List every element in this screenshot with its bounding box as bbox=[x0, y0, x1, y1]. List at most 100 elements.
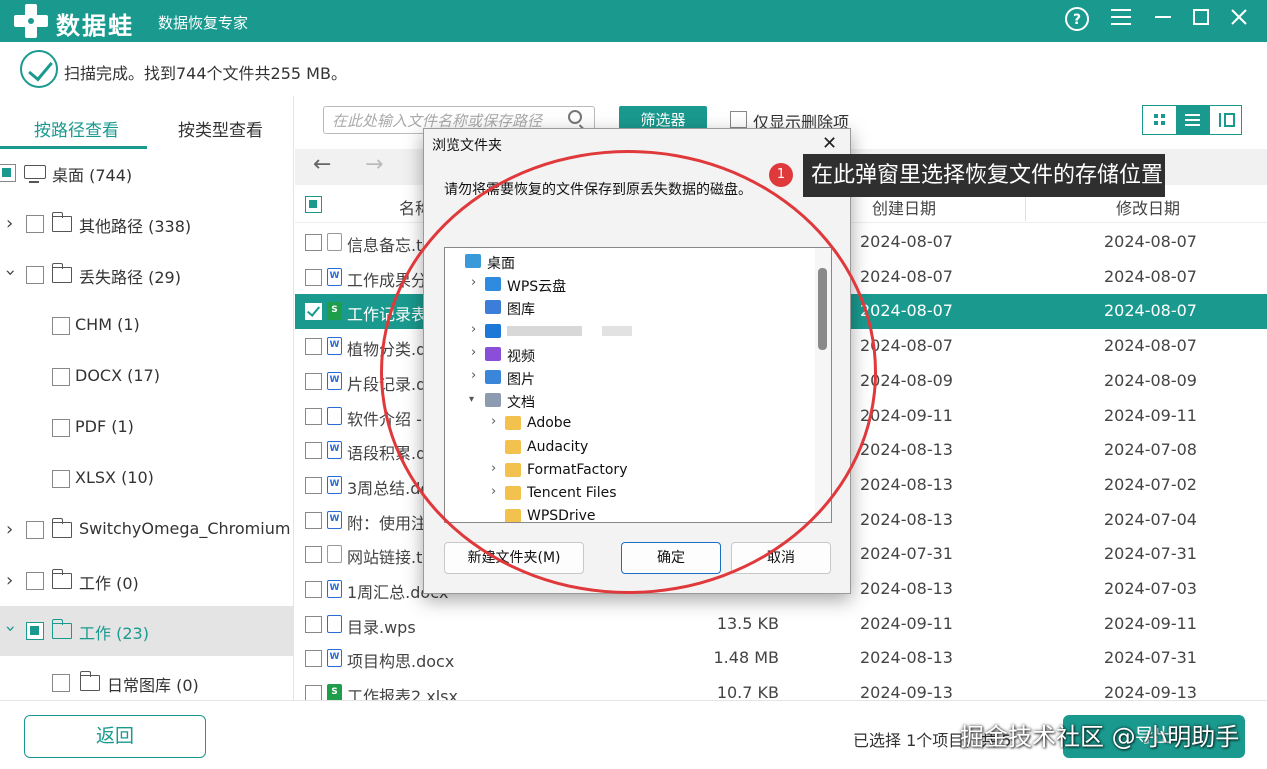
file-created: 2024-08-13 bbox=[860, 648, 953, 668]
title-bar: 数据蛙 数据恢复专家 ? bbox=[0, 0, 1267, 42]
back-arrow-icon[interactable]: ← bbox=[313, 152, 331, 177]
file-modified: 2024-08-07 bbox=[1104, 266, 1197, 286]
app-subtitle: 数据恢复专家 bbox=[158, 14, 249, 32]
maximize-icon[interactable] bbox=[1186, 6, 1216, 36]
file-modified: 2024-09-11 bbox=[1104, 405, 1197, 425]
tree-checkbox[interactable] bbox=[0, 164, 16, 182]
menu-icon[interactable] bbox=[1106, 6, 1136, 36]
row-checkbox[interactable] bbox=[305, 442, 322, 460]
app-name: 数据蛙 bbox=[56, 12, 134, 40]
help-icon[interactable]: ? bbox=[1062, 6, 1092, 36]
tab-by-path[interactable]: 按路径查看 bbox=[34, 116, 119, 141]
tree-item-pdf[interactable]: PDF (1) bbox=[0, 405, 294, 451]
file-name: 项目构思.docx bbox=[347, 652, 455, 672]
annotation-callout: 在此弹窗里选择恢复文件的存储位置 bbox=[803, 154, 1165, 197]
row-checkbox[interactable] bbox=[305, 407, 322, 425]
back-button[interactable]: 返回 bbox=[24, 715, 206, 758]
word-file-icon: W bbox=[327, 475, 342, 494]
wps-file-icon bbox=[327, 406, 342, 425]
row-checkbox[interactable] bbox=[305, 338, 322, 356]
minimize-icon[interactable] bbox=[1148, 6, 1178, 36]
chevron-down-icon[interactable]: › bbox=[0, 625, 21, 637]
tree-item-label: CHM (1) bbox=[75, 315, 140, 334]
tree-item-chm[interactable]: CHM (1) bbox=[0, 303, 294, 349]
tree-item-desktop[interactable]: 桌面 (744) bbox=[0, 150, 294, 196]
file-modified: 2024-07-03 bbox=[1104, 579, 1197, 598]
file-modified: 2024-07-02 bbox=[1104, 474, 1197, 494]
tree-checkbox[interactable] bbox=[26, 572, 44, 590]
chevron-right-icon[interactable]: › bbox=[6, 571, 18, 591]
table-row[interactable]: W 项目构思.docx 1.48 MB 2024-08-13 2024-07-31 bbox=[295, 641, 1267, 676]
row-checkbox[interactable] bbox=[305, 476, 322, 494]
watermark: 掘金技术社区 @ 小明助手 bbox=[960, 723, 1240, 751]
tab-by-type[interactable]: 按类型查看 bbox=[178, 116, 263, 141]
chevron-right-icon[interactable]: › bbox=[6, 520, 18, 540]
file-modified: 2024-08-09 bbox=[1104, 370, 1197, 390]
file-size: 13.5 KB bbox=[716, 613, 779, 633]
excel-file-icon: S bbox=[327, 302, 342, 321]
chevron-down-icon[interactable]: › bbox=[0, 269, 21, 281]
row-checkbox[interactable] bbox=[305, 546, 322, 564]
file-created: 2024-08-07 bbox=[860, 301, 953, 321]
chevron-right-icon[interactable]: › bbox=[6, 214, 18, 234]
tree-item-work-selected[interactable]: › 工作 (23) bbox=[0, 606, 294, 656]
file-name: 网站链接.tx bbox=[347, 548, 432, 568]
dialog-close-icon[interactable]: ✕ bbox=[822, 133, 837, 154]
tree-item-work-empty[interactable]: › 工作 (0) bbox=[0, 558, 294, 604]
close-icon[interactable] bbox=[1224, 6, 1254, 36]
detail-view-icon[interactable] bbox=[1209, 106, 1242, 134]
tree-item-docx[interactable]: DOCX (17) bbox=[0, 354, 294, 400]
active-tab-indicator bbox=[0, 146, 147, 149]
folder-icon bbox=[79, 671, 100, 691]
tree-item-switchyomega[interactable]: › SwitchyOmega_Chromium (3 bbox=[0, 507, 294, 553]
dialog-title: 浏览文件夹 bbox=[432, 138, 502, 154]
deleted-only-checkbox[interactable] bbox=[730, 111, 747, 128]
row-checkbox[interactable] bbox=[305, 234, 322, 251]
row-checkbox[interactable] bbox=[305, 615, 322, 633]
row-checkbox[interactable] bbox=[305, 303, 322, 321]
word-file-icon: W bbox=[327, 371, 342, 390]
row-checkbox[interactable] bbox=[305, 268, 322, 286]
table-row[interactable]: 目录.wps 13.5 KB 2024-09-11 2024-09-11 bbox=[295, 607, 1267, 642]
monitor-icon bbox=[24, 165, 46, 183]
word-file-icon: W bbox=[327, 649, 342, 668]
tree-checkbox[interactable] bbox=[52, 368, 70, 386]
select-all-checkbox[interactable] bbox=[305, 196, 322, 213]
row-checkbox[interactable] bbox=[305, 511, 322, 529]
file-created: 2024-08-13 bbox=[860, 474, 953, 494]
word-file-icon: W bbox=[327, 337, 342, 356]
tree-item-lost-paths[interactable]: › 丢失路径 (29) bbox=[0, 252, 294, 298]
forward-arrow-icon[interactable]: → bbox=[365, 152, 383, 177]
wps-file-icon bbox=[327, 614, 342, 633]
folder-icon bbox=[51, 518, 72, 538]
list-view-icon[interactable] bbox=[1176, 106, 1209, 134]
tree-checkbox[interactable] bbox=[52, 317, 70, 335]
tree-checkbox[interactable] bbox=[26, 266, 44, 284]
grid-view-icon[interactable] bbox=[1143, 106, 1176, 134]
tree-item-other-paths[interactable]: › 其他路径 (338) bbox=[0, 201, 294, 247]
tree-checkbox[interactable] bbox=[52, 470, 70, 488]
row-checkbox[interactable] bbox=[305, 372, 322, 390]
file-name: 目录.wps bbox=[347, 617, 416, 637]
tree-checkbox[interactable] bbox=[26, 521, 44, 539]
folder-icon bbox=[51, 212, 72, 232]
tree-item-label: 其他路径 (338) bbox=[79, 217, 192, 236]
file-created: 2024-08-13 bbox=[860, 579, 953, 598]
row-checkbox[interactable] bbox=[305, 581, 322, 598]
column-modified[interactable]: 修改日期 bbox=[1116, 195, 1180, 219]
tree-checkbox[interactable] bbox=[26, 622, 44, 640]
file-modified: 2024-08-07 bbox=[1104, 301, 1197, 321]
file-created: 2024-08-13 bbox=[860, 509, 953, 529]
search-icon[interactable] bbox=[568, 110, 582, 124]
tree-checkbox[interactable] bbox=[52, 419, 70, 437]
file-modified: 2024-09-11 bbox=[1104, 613, 1197, 633]
row-checkbox[interactable] bbox=[305, 650, 322, 668]
svg-text:?: ? bbox=[1073, 12, 1081, 28]
column-created[interactable]: 创建日期 bbox=[872, 195, 936, 219]
file-size: 1.48 MB bbox=[713, 648, 780, 668]
tree-checkbox[interactable] bbox=[26, 215, 44, 233]
tree-item-xlsx[interactable]: XLSX (10) bbox=[0, 456, 294, 502]
scan-status-text: 扫描完成。找到744个文件共255 MB。 bbox=[64, 64, 347, 83]
folder-icon bbox=[51, 263, 72, 283]
tree-checkbox[interactable] bbox=[52, 674, 70, 692]
